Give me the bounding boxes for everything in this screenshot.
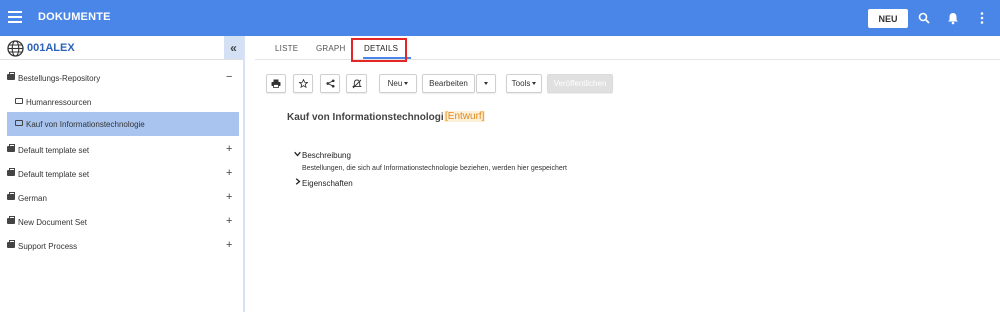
- expand-icon[interactable]: +: [226, 191, 232, 203]
- share-button[interactable]: [320, 74, 340, 93]
- details-tab-highlight-box: [351, 38, 407, 62]
- print-button[interactable]: [266, 74, 286, 93]
- tree-item-label: German: [18, 194, 47, 203]
- printer-icon: [271, 79, 281, 88]
- notification-bell-icon[interactable]: [944, 9, 962, 27]
- description-text: Bestellungen, die sich auf Informationst…: [302, 165, 568, 172]
- briefcase-icon: [7, 168, 15, 176]
- tools-dropdown-button[interactable]: Tools: [506, 74, 542, 93]
- chevron-down-icon[interactable]: [294, 150, 301, 159]
- status-badge: [Entwurf]: [444, 111, 486, 122]
- tree-item-bestellungs-repository[interactable]: Bestellungs-Repository −: [0, 66, 243, 90]
- briefcase-icon: [7, 216, 15, 224]
- tree-item-label: Default template set: [18, 170, 90, 179]
- folder-icon: [15, 120, 23, 126]
- briefcase-icon: [7, 240, 15, 248]
- top-app-bar: DOKUMENTE NEU: [0, 0, 1000, 36]
- chevron-down-icon: [484, 82, 488, 85]
- tree-item-label: Default template set: [18, 146, 90, 155]
- tree-item-label: Support Process: [18, 242, 78, 251]
- globe-icon: [7, 40, 24, 57]
- main-content: LISTE GRAPH DETAILS Neu Bearbeiten Tools…: [247, 36, 1000, 312]
- tree-item-new-document-set[interactable]: New Document Set +: [0, 210, 243, 234]
- collapse-sidebar-button[interactable]: «: [224, 36, 243, 59]
- tree-item-kauf-von-informationstechnologie[interactable]: Kauf von Informationstechnologie: [7, 112, 239, 136]
- sidebar-header: 001ALEX «: [0, 36, 243, 60]
- tree-item-label: Bestellungs-Repository: [18, 74, 101, 83]
- expand-icon[interactable]: +: [226, 143, 232, 155]
- expand-icon[interactable]: +: [226, 215, 232, 227]
- tools-label: Tools: [511, 79, 531, 88]
- collapse-icon[interactable]: −: [226, 71, 232, 83]
- new-dropdown-button[interactable]: Neu: [379, 74, 417, 93]
- tree-item-label: Humanressourcen: [26, 98, 92, 107]
- document-title: Kauf von Informationstechnologie: [287, 112, 450, 123]
- share-icon: [325, 79, 335, 88]
- workspace-title[interactable]: 001ALEX: [27, 42, 75, 54]
- sidebar: 001ALEX « Bestellungs-Repository − Human…: [0, 36, 245, 312]
- bell-off-icon: [351, 79, 362, 88]
- star-icon: [298, 79, 308, 88]
- menu-icon[interactable]: [8, 11, 22, 23]
- new-document-button[interactable]: NEU: [868, 9, 908, 28]
- briefcase-icon: [7, 192, 15, 200]
- tree-item-humanressourcen[interactable]: Humanressourcen: [0, 90, 243, 114]
- tree-item-german[interactable]: German +: [0, 186, 243, 210]
- search-icon[interactable]: [915, 9, 933, 27]
- notifications-off-button[interactable]: [346, 74, 367, 93]
- expand-icon[interactable]: +: [226, 167, 232, 179]
- edit-button[interactable]: Bearbeiten: [422, 74, 475, 93]
- tab-graph[interactable]: GRAPH: [316, 44, 345, 53]
- tree-item-label: New Document Set: [18, 218, 87, 227]
- tree-item-label: Kauf von Informationstechnologie: [26, 120, 145, 129]
- favorite-button[interactable]: [293, 74, 313, 93]
- chevron-down-icon: [532, 82, 537, 85]
- tree-item-default-template-set[interactable]: Default template set +: [0, 138, 243, 162]
- tab-liste[interactable]: LISTE: [275, 44, 298, 53]
- expand-icon[interactable]: +: [226, 239, 232, 251]
- publish-label: Veröffentlichen: [553, 79, 607, 88]
- edit-dropdown-toggle[interactable]: [476, 74, 496, 93]
- edit-label: Bearbeiten: [429, 79, 468, 88]
- tree-item-support-process[interactable]: Support Process +: [0, 234, 243, 258]
- app-title: DOKUMENTE: [38, 11, 111, 23]
- briefcase-icon: [7, 144, 15, 152]
- folder-icon: [15, 98, 23, 104]
- new-label: Neu: [387, 79, 403, 88]
- more-vert-icon[interactable]: [973, 9, 991, 27]
- description-heading[interactable]: Beschreibung: [302, 151, 351, 160]
- chevron-right-icon[interactable]: [295, 178, 301, 187]
- chevron-down-icon: [404, 82, 409, 85]
- publish-button[interactable]: Veröffentlichen: [547, 74, 613, 93]
- briefcase-icon: [7, 72, 15, 80]
- tree-item-default-template-set-2[interactable]: Default template set +: [0, 162, 243, 186]
- properties-heading[interactable]: Eigenschaften: [302, 179, 353, 188]
